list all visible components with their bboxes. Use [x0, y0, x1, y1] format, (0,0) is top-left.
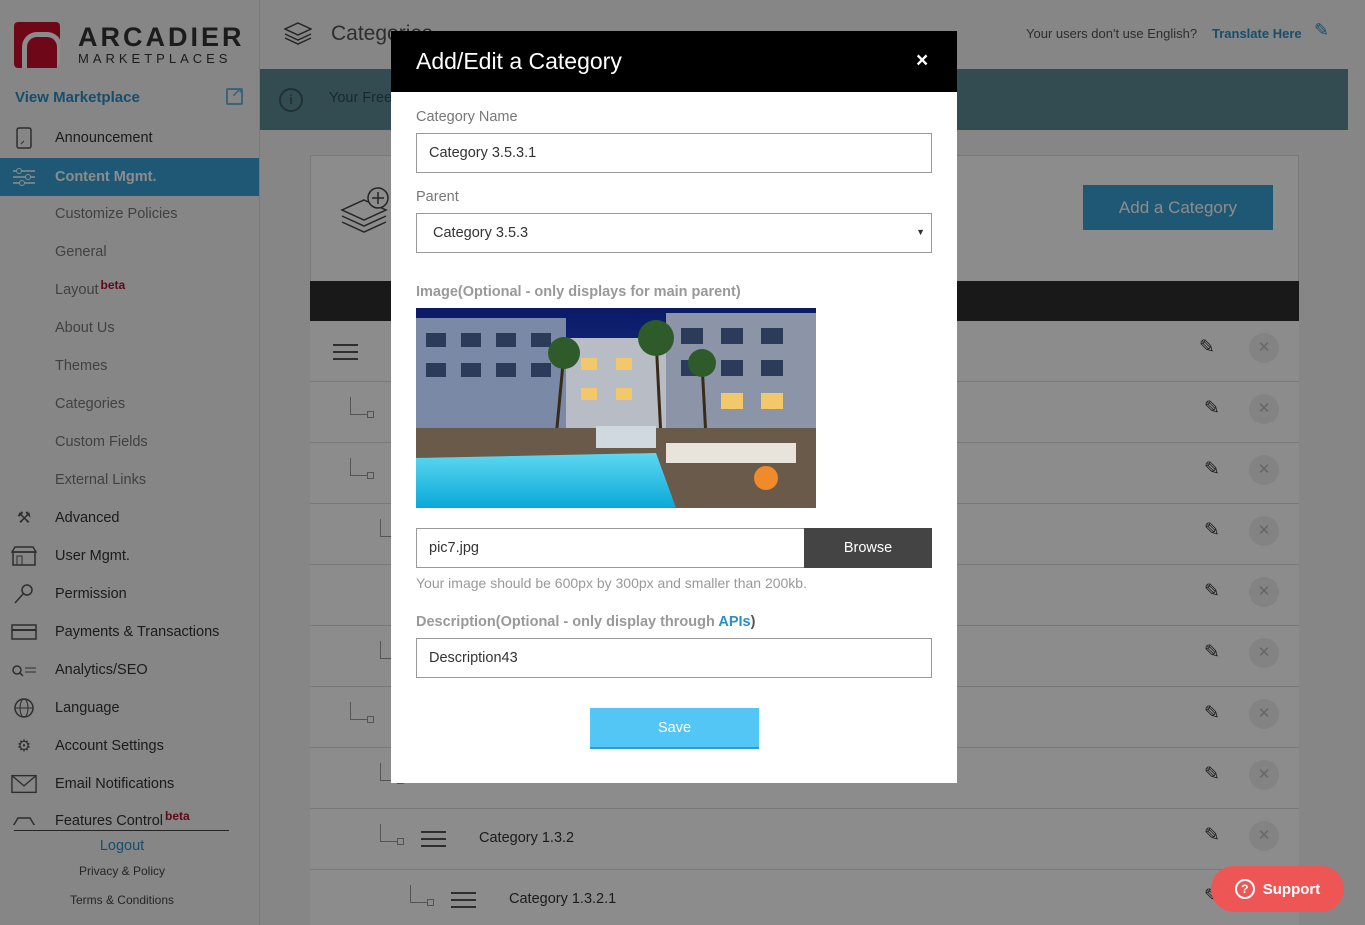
parent-select-value: Category 3.5.3	[433, 225, 529, 241]
image-file-input[interactable]: pic7.jpg	[416, 528, 805, 568]
support-label: Support	[1262, 880, 1321, 898]
image-label: Image(Optional - only displays for main …	[416, 284, 741, 300]
question-icon: ?	[1234, 879, 1255, 899]
apis-link[interactable]: APIs	[718, 614, 750, 630]
category-name-input[interactable]: Category 3.5.3.1	[416, 133, 932, 173]
close-icon[interactable]: ×	[916, 49, 928, 73]
support-button[interactable]: ? Support	[1211, 866, 1344, 912]
browse-button[interactable]: Browse	[804, 528, 932, 568]
chevron-down-icon: ▼	[916, 227, 925, 237]
add-edit-category-modal: Add/Edit a Category × Category Name Cate…	[391, 31, 957, 783]
parent-select[interactable]: Category 3.5.3 ▼	[416, 213, 932, 253]
modal-title: Add/Edit a Category	[416, 48, 622, 74]
modal-header: Add/Edit a Category ×	[391, 31, 957, 92]
image-size-hint: Your image should be 600px by 300px and …	[416, 575, 807, 591]
description-label: Description(Optional - only display thro…	[416, 614, 755, 630]
description-input[interactable]: Description43	[416, 638, 932, 678]
parent-label: Parent	[416, 189, 459, 205]
description-label-prefix: Description(Optional - only display thro…	[416, 614, 719, 630]
category-image-preview	[416, 308, 816, 508]
category-name-label: Category Name	[416, 109, 518, 125]
save-button[interactable]: Save	[590, 708, 759, 749]
description-label-suffix: )	[750, 614, 756, 630]
